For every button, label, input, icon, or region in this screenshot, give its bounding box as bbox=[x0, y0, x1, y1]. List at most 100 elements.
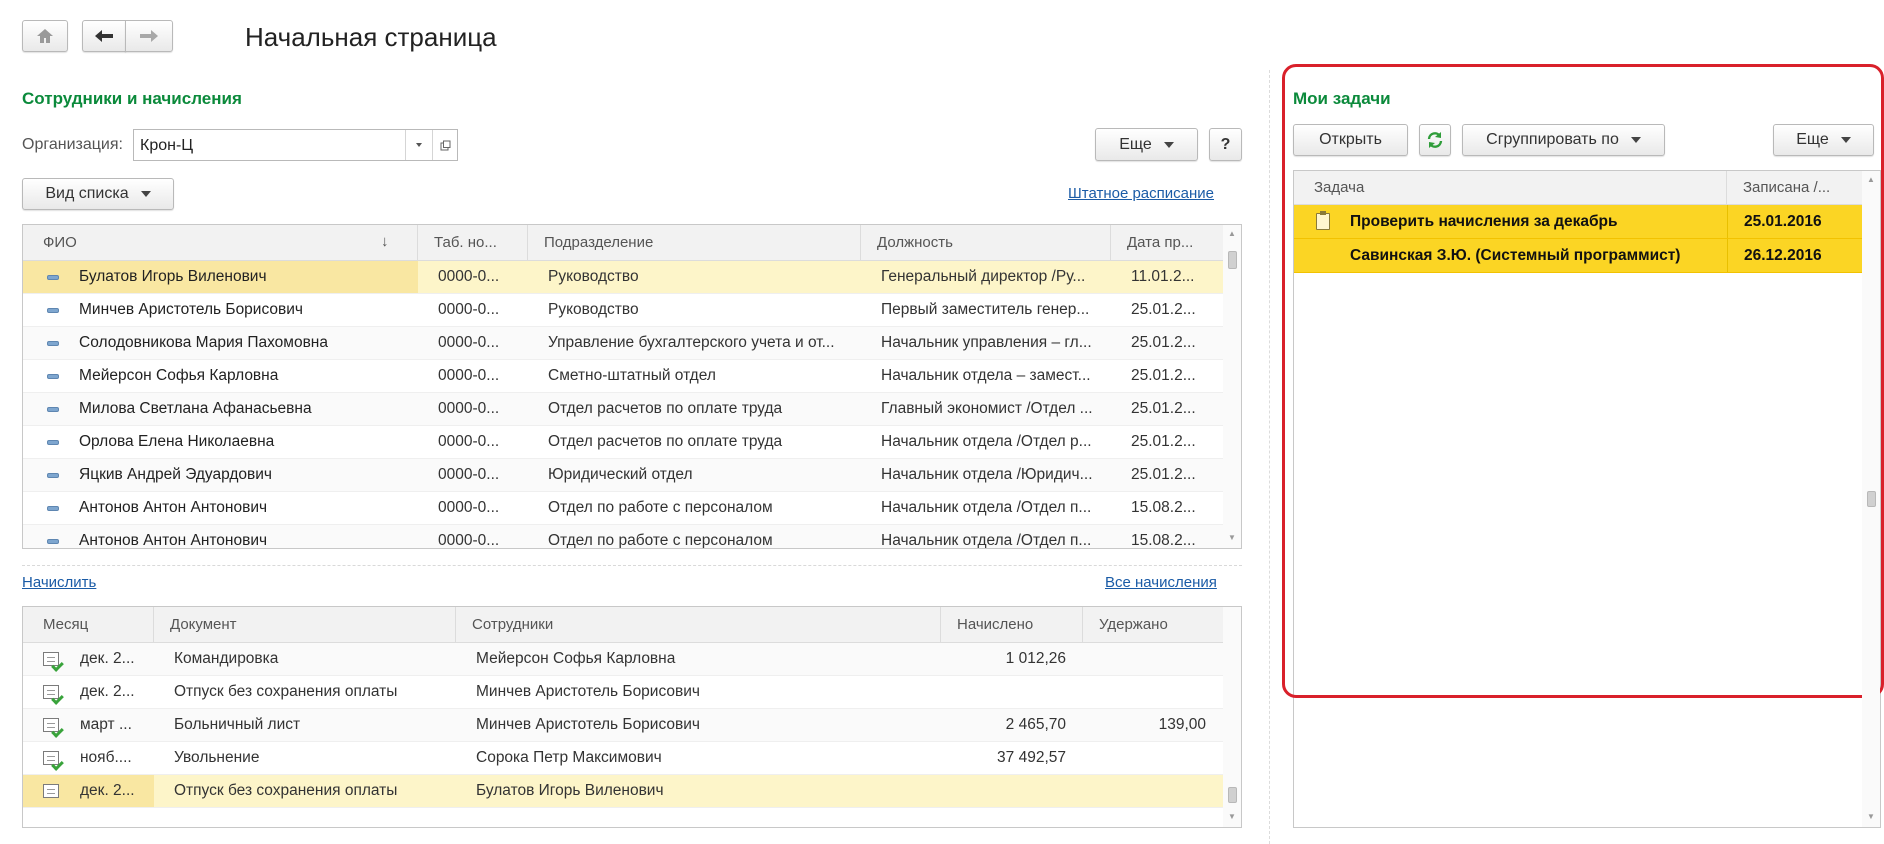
table-row[interactable]: Орлова Елена Николаевна 0000-0... Отдел ра… bbox=[23, 426, 1225, 459]
task-row[interactable]: Проверить начисления за декабрь 25.01.201… bbox=[1294, 205, 1862, 239]
tasks-table-header: Задача Записана /... bbox=[1294, 171, 1880, 205]
task-divider bbox=[1727, 239, 1728, 272]
accrual-document: Отпуск без сохранения оплаты bbox=[174, 782, 398, 799]
org-field[interactable]: Крон-Ц bbox=[133, 129, 458, 161]
accrual-accrued bbox=[941, 775, 1066, 807]
document-line bbox=[47, 756, 55, 757]
group-by-button[interactable]: Сгруппировать по bbox=[1462, 124, 1665, 156]
column-month[interactable]: Месяц bbox=[23, 607, 154, 643]
employee-position: Начальник отдела – замест... bbox=[881, 367, 1091, 384]
refresh-button[interactable] bbox=[1419, 124, 1451, 156]
employee-icon bbox=[47, 539, 59, 544]
org-open-button[interactable] bbox=[432, 130, 458, 160]
home-button[interactable] bbox=[22, 20, 68, 52]
table-row[interactable]: нояб.... Увольнение Сорока Петр Максимович… bbox=[23, 742, 1225, 775]
accrual-withheld bbox=[1083, 775, 1206, 807]
column-recorded[interactable]: Записана /... bbox=[1727, 171, 1862, 205]
column-task[interactable]: Задача bbox=[1294, 171, 1727, 205]
table-row[interactable]: Солодовникова Мария Пахомовна 0000-0... Уп… bbox=[23, 327, 1225, 360]
accrual-month: дек. 2... bbox=[80, 683, 135, 700]
chevron-down-icon bbox=[1630, 137, 1641, 143]
employee-icon bbox=[47, 275, 59, 280]
scroll-down-icon: ▼ bbox=[1228, 812, 1236, 821]
column-position[interactable]: Должность bbox=[861, 225, 1111, 261]
document-line bbox=[47, 727, 55, 728]
tasks-scroll-thumb[interactable] bbox=[1867, 491, 1876, 507]
staffing-link[interactable]: Штатное расписание bbox=[1068, 185, 1214, 202]
accrual-accrued: 1 012,26 bbox=[1005, 650, 1066, 667]
employees-section-title: Сотрудники и начисления bbox=[22, 89, 242, 108]
accruals-scroll-thumb[interactable] bbox=[1228, 787, 1237, 803]
accrual-employees: Минчев Аристотель Борисович bbox=[476, 683, 700, 700]
table-row[interactable]: Антонов Антон Антонович 0000-0... Отдел по… bbox=[23, 525, 1225, 549]
org-dropdown-button[interactable] bbox=[405, 130, 432, 160]
accrual-withheld: 139,00 bbox=[1158, 716, 1206, 733]
view-list-button[interactable]: Вид списка bbox=[22, 178, 174, 210]
employee-department: Отдел по работе с персоналом bbox=[548, 532, 773, 549]
column-withheld[interactable]: Удержано bbox=[1083, 607, 1223, 643]
accrual-month: дек. 2... bbox=[80, 650, 135, 667]
accrual-month: март ... bbox=[80, 716, 132, 733]
table-row[interactable]: дек. 2... Отпуск без сохранения оплаты Бул… bbox=[23, 775, 1225, 808]
column-accrued[interactable]: Начислено bbox=[941, 607, 1083, 643]
employee-tab-number: 0000-0... bbox=[438, 334, 500, 351]
accrual-accrued: 37 492,57 bbox=[997, 749, 1066, 766]
accrual-accrued bbox=[941, 676, 1066, 708]
document-line bbox=[47, 694, 55, 695]
column-department[interactable]: Подразделение bbox=[528, 225, 861, 261]
employee-department: Отдел расчетов по оплате труда bbox=[548, 400, 783, 417]
table-row[interactable]: Антонов Антон Антонович 0000-0... Отдел по… bbox=[23, 492, 1225, 525]
employees-scrollbar[interactable]: ▲ ▼ bbox=[1223, 225, 1241, 548]
employee-hire-date: 25.01.2... bbox=[1131, 334, 1196, 351]
accruals-scrollbar[interactable]: ▼ bbox=[1223, 607, 1241, 827]
column-fio[interactable]: ФИО bbox=[23, 225, 418, 261]
employees-table: ФИО ↓ Таб. но... Подразделение Должность… bbox=[22, 224, 1242, 549]
employee-name: Мейерсон Софья Карловна bbox=[79, 367, 279, 384]
accrual-employees: Минчев Аристотель Борисович bbox=[476, 716, 700, 733]
home-icon bbox=[37, 29, 53, 43]
employee-name: Яцкив Андрей Эдуардович bbox=[79, 466, 272, 483]
scroll-up-icon: ▲ bbox=[1228, 229, 1236, 238]
scroll-up-icon: ▲ bbox=[1867, 175, 1875, 184]
document-line bbox=[47, 661, 55, 662]
all-accruals-link[interactable]: Все начисления bbox=[1105, 574, 1217, 591]
section-divider bbox=[22, 565, 1242, 566]
employee-hire-date: 25.01.2... bbox=[1131, 301, 1196, 318]
task-row[interactable]: Савинская З.Ю. (Системный программист) 26… bbox=[1294, 239, 1862, 273]
employee-tab-number: 0000-0... bbox=[438, 466, 500, 483]
clipboard-clip bbox=[1320, 211, 1326, 215]
column-hire-date[interactable]: Дата пр... bbox=[1111, 225, 1223, 261]
table-row[interactable]: Мейерсон Софья Карловна 0000-0... Сметно-ш… bbox=[23, 360, 1225, 393]
employee-name: Солодовникова Мария Пахомовна bbox=[79, 334, 328, 351]
employee-department: Юридический отдел bbox=[548, 466, 693, 483]
forward-button[interactable] bbox=[125, 20, 173, 52]
table-row[interactable]: Булатов Игорь Виленович 0000-0... Руководс… bbox=[23, 261, 1225, 294]
chevron-down-icon bbox=[1163, 141, 1174, 148]
employees-more-button[interactable]: Еще bbox=[1095, 128, 1198, 161]
document-line bbox=[47, 690, 55, 691]
table-row[interactable]: дек. 2... Отпуск без сохранения оплаты Мин… bbox=[23, 676, 1225, 709]
table-row[interactable]: Яцкив Андрей Эдуардович 0000-0... Юридичес… bbox=[23, 459, 1225, 492]
back-button[interactable] bbox=[82, 20, 126, 52]
tasks-more-button[interactable]: Еще bbox=[1773, 124, 1874, 156]
document-line bbox=[47, 789, 55, 790]
document-line bbox=[47, 657, 55, 658]
arrow-left-icon bbox=[95, 30, 113, 42]
tasks-section-title: Мои задачи bbox=[1293, 89, 1391, 108]
column-employees[interactable]: Сотрудники bbox=[456, 607, 941, 643]
tasks-scrollbar[interactable]: ▲ ▼ bbox=[1862, 171, 1880, 827]
employee-position: Генеральный директор /Ру... bbox=[881, 268, 1086, 285]
table-row[interactable]: март ... Больничный лист Минчев Аристотель… bbox=[23, 709, 1225, 742]
scroll-down-icon: ▼ bbox=[1228, 533, 1236, 542]
table-row[interactable]: Минчев Аристотель Борисович 0000-0... Руко… bbox=[23, 294, 1225, 327]
accrue-link[interactable]: Начислить bbox=[22, 574, 96, 591]
column-tab-number[interactable]: Таб. но... bbox=[418, 225, 528, 261]
column-document[interactable]: Документ bbox=[154, 607, 456, 643]
accrual-employees: Булатов Игорь Виленович bbox=[476, 782, 664, 799]
open-task-button[interactable]: Открыть bbox=[1293, 124, 1408, 156]
table-row[interactable]: дек. 2... Командировка Мейерсон Софья Карл… bbox=[23, 643, 1225, 676]
employees-scroll-thumb[interactable] bbox=[1228, 251, 1237, 269]
employees-more-label: Еще bbox=[1119, 135, 1152, 153]
help-button[interactable]: ? bbox=[1209, 128, 1242, 161]
table-row[interactable]: Милова Светлана Афанасьевна 0000-0... Отде… bbox=[23, 393, 1225, 426]
